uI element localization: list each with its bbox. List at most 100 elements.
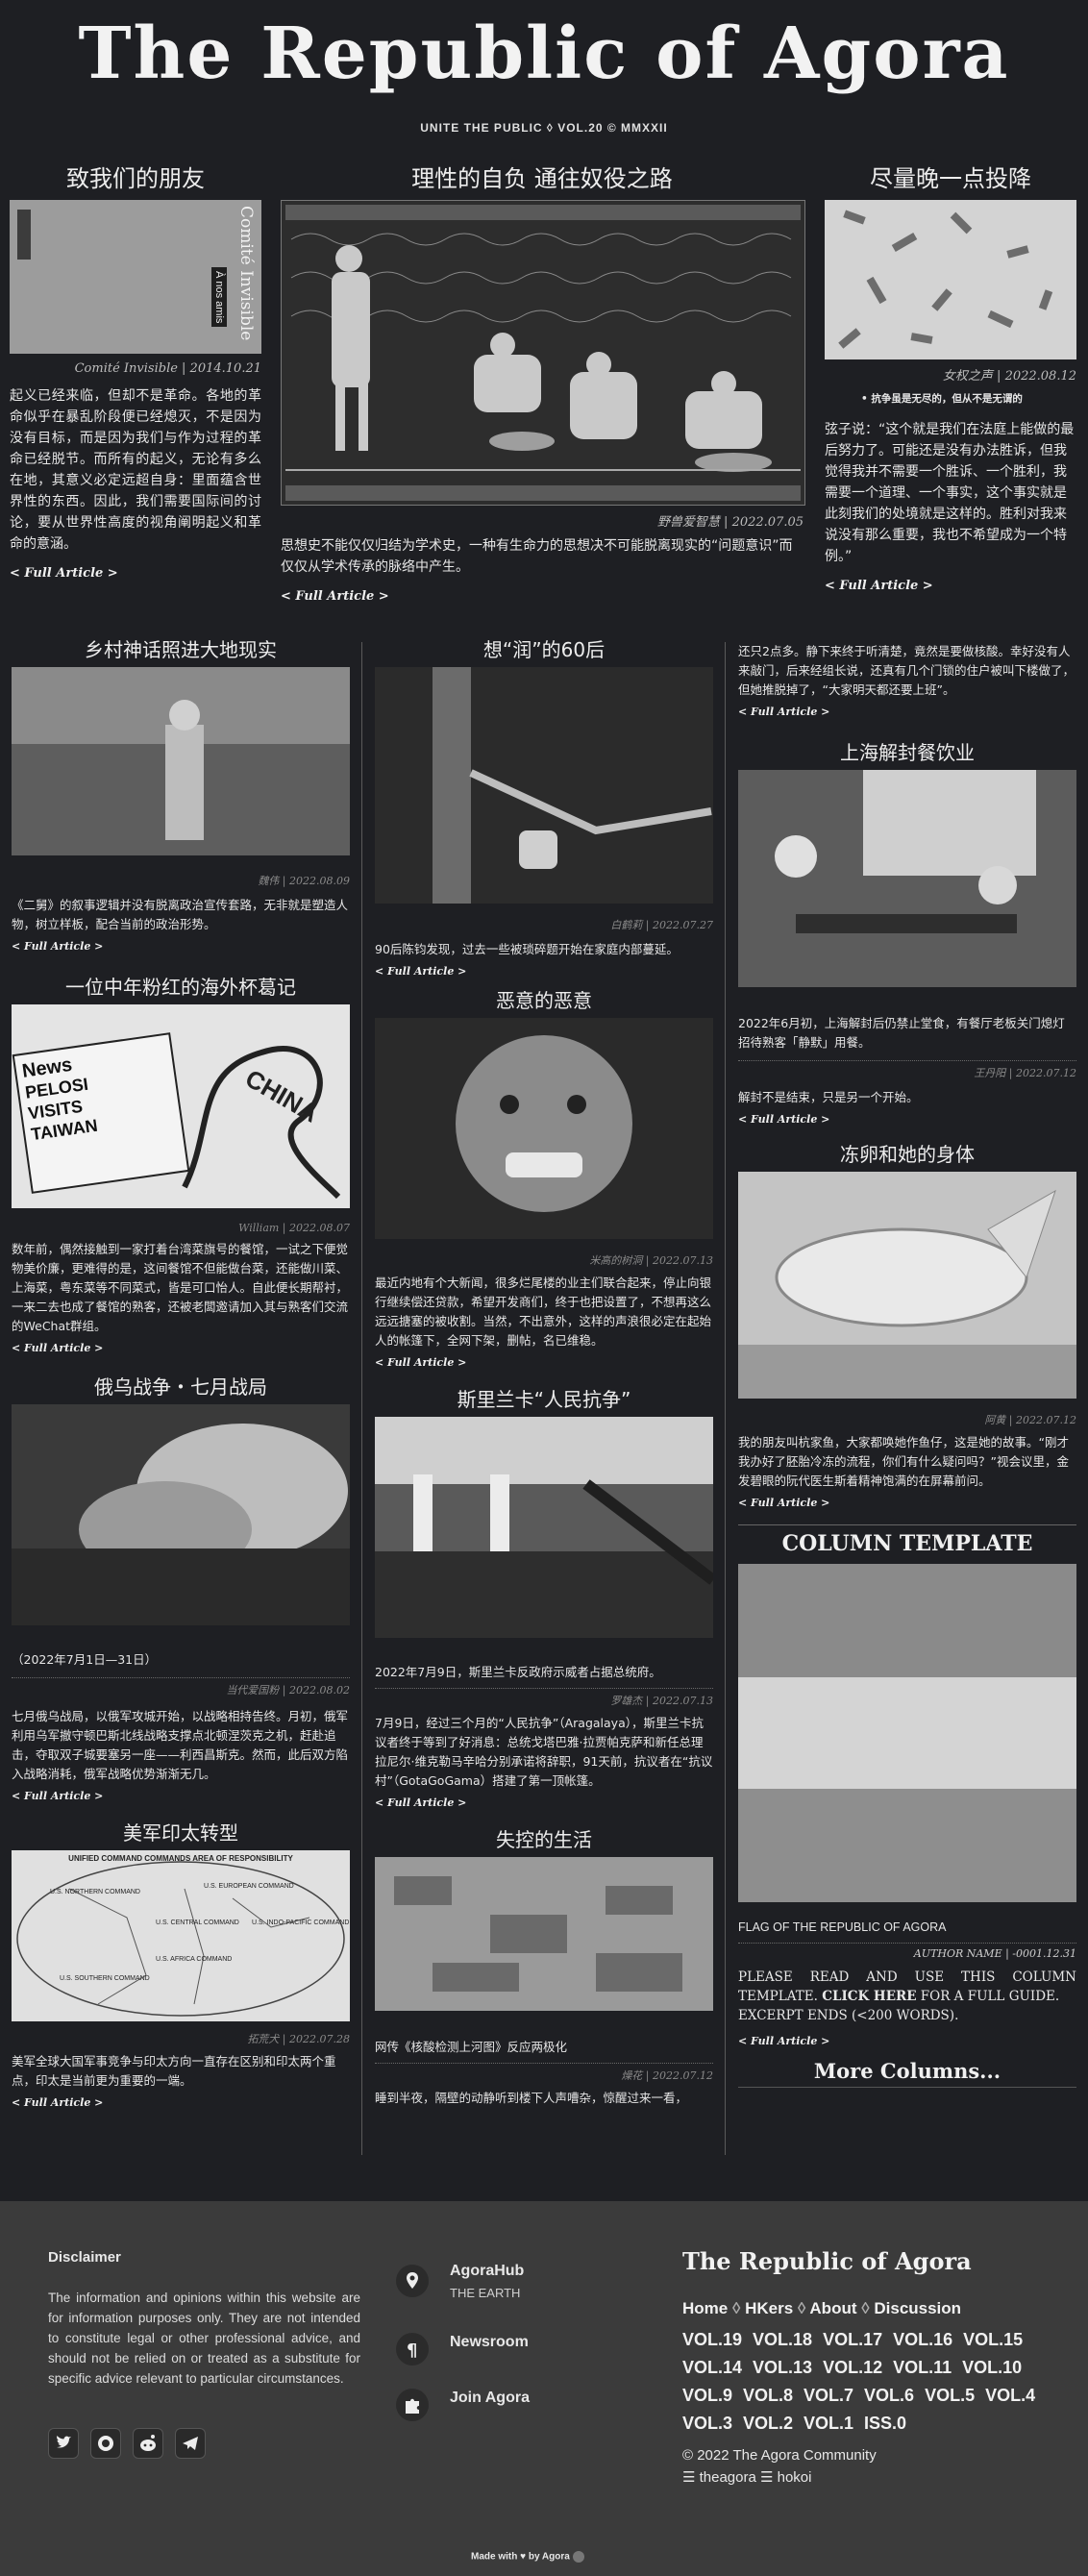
medieval-illustration-image [281,200,805,506]
full-article-link[interactable]: < Full Article > [12,1342,350,1354]
volume-link[interactable]: VOL.13 [753,2358,812,2377]
volume-link[interactable]: VOL.6 [864,2386,914,2405]
click-here-link[interactable]: CLICK HERE [822,1989,916,2004]
flag-image [738,1564,1076,1902]
full-article-link[interactable]: < Full Article > [281,589,804,604]
full-article-link[interactable]: < Full Article > [738,1497,1076,1509]
volume-link[interactable]: VOL.8 [743,2386,793,2405]
full-article-link[interactable]: < Full Article > [12,2096,350,2109]
full-article-link[interactable]: < Full Article > [825,579,1076,593]
nav-discussion[interactable]: Discussion [874,2299,961,2317]
location-pin-icon [396,2265,429,2297]
byline: 燥花 | 2022.07.12 [621,2069,713,2082]
volume-link[interactable]: VOL.9 [682,2386,732,2405]
article-title[interactable]: 恶意的恶意 [375,987,713,1014]
volume-link[interactable]: VOL.3 [682,2414,732,2433]
volume-link[interactable]: VOL.11 [893,2358,952,2377]
byline: 拓荒犬 | 2022.07.28 [247,2033,350,2045]
newspaper-cartoon-image: News PELOSI VISITS TAIWAN CHINA [12,1004,350,1208]
volume-link[interactable]: VOL.2 [743,2414,793,2433]
footer-link-sub: THE EARTH [450,2286,521,2300]
article-excerpt: 最近内地有个大新闻，很多烂尾楼的业主们联合起来，停止向银行继续偿还贷款，希望开发… [375,1276,712,1348]
reddit-icon[interactable] [133,2428,163,2459]
github-icon[interactable] [90,2428,121,2459]
puzzle-icon [396,2389,429,2421]
volume-link[interactable]: VOL.10 [962,2358,1022,2377]
full-article-link[interactable]: < Full Article > [375,1796,713,1809]
masthead: The Republic of Agora UNITE THE PUBLIC ◊… [0,0,1088,149]
full-article-link[interactable]: < Full Article > [12,940,350,953]
article-title[interactable]: 尽量晚一点投降 [825,163,1076,194]
footer-link-agorahub[interactable]: AgoraHub [450,2263,524,2280]
template-title[interactable]: COLUMN TEMPLATE [738,1531,1076,1556]
telegram-icon[interactable] [175,2428,206,2459]
village-photo [12,667,350,855]
volume-link[interactable]: VOL.14 [682,2358,742,2377]
article-title[interactable]: 想“润”的60后 [375,636,713,663]
footer: Disclaimer The information and opinions … [0,2201,1088,2576]
article-title[interactable]: 乡村神话照进大地现实 [12,636,350,663]
article-title[interactable]: 理性的自负 通往奴役之路 [281,163,804,194]
article-excerpt: 七月俄乌战局，以俄军攻城开始，以战略相持告终。月初，俄军利用乌军撤守顿巴斯北线战… [12,1709,349,1781]
volume-link[interactable]: ISS.0 [864,2414,906,2433]
article-title[interactable]: 致我们的朋友 [10,163,261,194]
volume-link[interactable]: VOL.5 [925,2386,975,2405]
volume-row: VOL.19 VOL.18 VOL.17 VOL.16 VOL.15 [682,2326,1067,2354]
scattered-figures-image [825,200,1076,359]
volume-link[interactable]: VOL.12 [823,2358,882,2377]
date-note: （2022年7月1日—31日） [12,1652,158,1667]
flag-stripe [738,1564,1076,1677]
volume-row: VOL.3 VOL.2 VOL.1 ISS.0 [682,2410,1067,2438]
twitter-icon[interactable] [48,2428,79,2459]
more-columns-link[interactable]: More Columns... [738,2059,1076,2088]
article-excerpt: 7月9日，经过三个月的“人民抗争”（Aragalaya），斯里兰卡抗议者终于等到… [375,1716,713,1788]
footer-link-join[interactable]: Join Agora [450,2390,530,2407]
volume-links: VOL.19 VOL.18 VOL.17 VOL.16 VOL.15 VOL.14 VOL.… [682,2326,1067,2438]
article-excerpt: 数年前，偶然接触到一家打着台湾菜旗号的餐馆，一试之下便觉物美价廉，更难得的是，这… [12,1242,349,1333]
bird-embryo-image [738,1172,1076,1399]
volume-link[interactable]: VOL.18 [753,2330,812,2349]
article-excerpt: 思想史不能仅仅归结为学术史，一种有生命力的思想决不可能脱离现实的“问题意识”而仅… [281,538,793,575]
column-right: 还只2点多。静下来终于听清楚，竟然是要做核酸。幸好没有人来敲门，后来经组长说，还… [738,642,1076,2088]
footer-brand[interactable]: The Republic of Agora [682,2247,972,2275]
full-article-link[interactable]: < Full Article > [12,1790,350,1802]
protest-crowd-photo [375,1417,713,1638]
article-excerpt: 还只2点多。静下来终于听清楚，竟然是要做核酸。幸好没有人来敲门，后来经组长说，还… [738,644,1076,697]
map-label: U.S. EUROPEAN COMMAND [204,1883,294,1890]
full-article-link[interactable]: < Full Article > [10,566,261,581]
article-title[interactable]: 俄乌战争・七月战局 [12,1374,350,1400]
volume-link[interactable]: VOL.7 [804,2386,853,2405]
article-title[interactable]: 失控的生活 [375,1826,713,1853]
nav-home[interactable]: Home [682,2299,728,2317]
full-article-link[interactable]: < Full Article > [375,965,713,978]
full-article-link[interactable]: < Full Article > [738,706,1076,718]
article-title[interactable]: 一位中年粉红的海外杯葛记 [12,974,350,1001]
volume-link[interactable]: VOL.17 [823,2330,882,2349]
site-title[interactable]: The Republic of Agora [0,8,1088,100]
volume-link[interactable]: VOL.1 [804,2414,853,2433]
volume-link[interactable]: VOL.16 [893,2330,952,2349]
full-article-link[interactable]: < Full Article > [375,1356,713,1369]
full-article-link[interactable]: < Full Article > [738,2035,1076,2047]
article-excerpt: 弦子说：“这个就是我们在法庭上能做的最后努力了。可能还是没有办法胜诉，但我觉得我… [825,422,1075,564]
article-title[interactable]: 上海解封餐饮业 [738,739,1076,766]
agora-logo-icon [572,2551,584,2563]
article-title[interactable]: 冻卵和她的身体 [738,1141,1076,1168]
full-article-link[interactable]: < Full Article > [738,1113,1076,1126]
article-excerpt: 起义已经来临，但却不是革命。各地的革命似乎在暴乱阶段便已经熄灭，不是因为没有目标… [10,388,261,552]
nav-hkers[interactable]: HKers [745,2299,793,2317]
volume-link[interactable]: VOL.15 [963,2330,1023,2349]
volume-link[interactable]: VOL.4 [985,2386,1035,2405]
article-title[interactable]: 美军印太转型 [12,1820,350,1846]
column-left: 乡村神话照进大地现实 魏伟 | 2022.08.09 《二舅》的叙事逻辑并没有脱… [12,636,350,2109]
volume-link[interactable]: VOL.19 [682,2330,742,2349]
made-with-text: Made with ♥ by Agora [471,2551,570,2563]
template-text: EXCERPT ENDS (<200 WORDS). [738,2008,959,2023]
footer-link-newsroom[interactable]: Newsroom [450,2334,529,2351]
article-title[interactable]: 斯里兰卡“人民抗争” [375,1386,713,1413]
byline: 王丹阳 | 2022.07.12 [974,1067,1076,1079]
template-text: FOR A FULL GUIDE. [920,1989,1060,2004]
made-with-note: Made with ♥ by Agora [471,2551,584,2563]
nav-about[interactable]: About [809,2299,856,2317]
column-divider [725,642,726,2155]
